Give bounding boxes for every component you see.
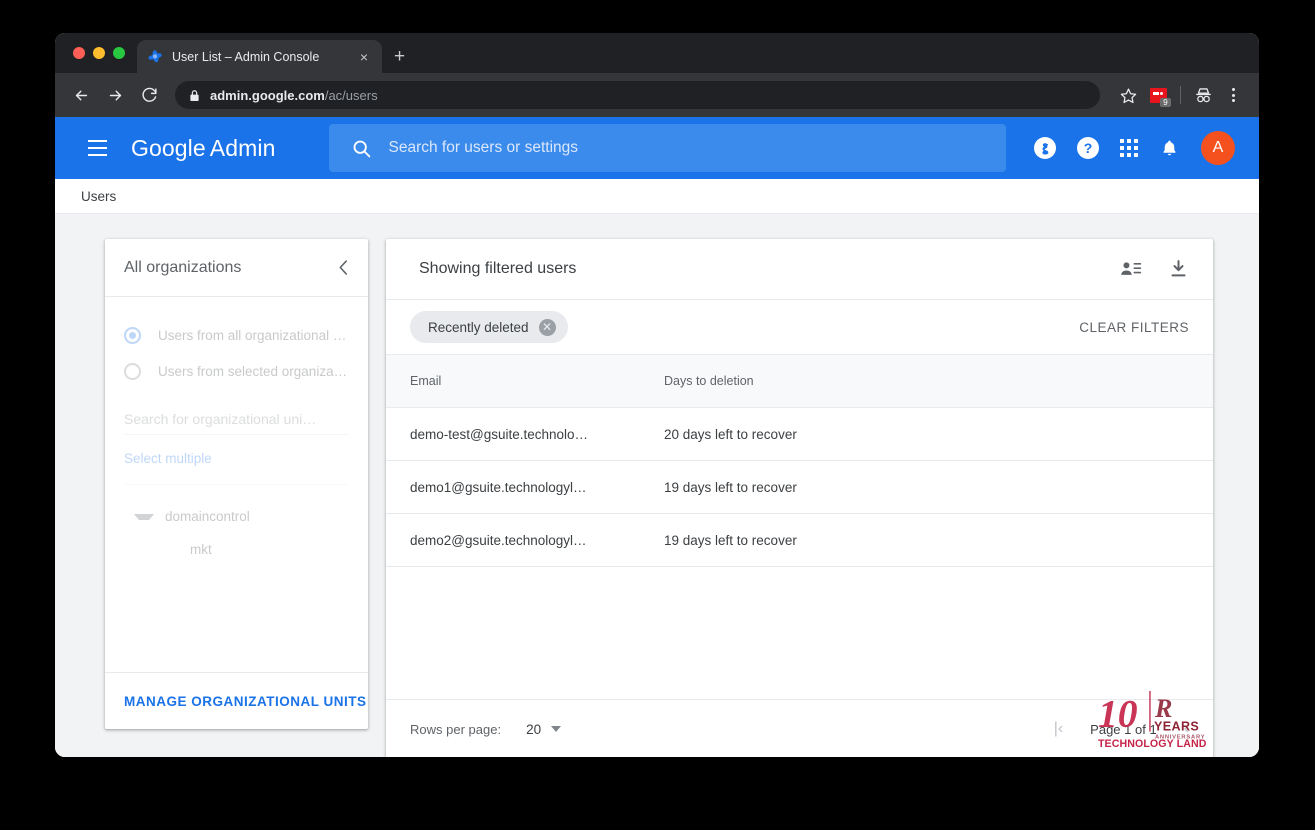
pagination-bar: Rows per page: 20 |‹ Page 1 of 1 ‹ <box>386 699 1213 757</box>
organizations-footer: MANAGE ORGANIZATIONAL UNITS <box>105 672 368 729</box>
page-content: Google Admin Search for users or settings… <box>55 117 1259 757</box>
chevron-left-icon[interactable] <box>338 259 349 276</box>
rows-per-page-select[interactable]: 20 <box>526 721 562 737</box>
users-panel-title: Showing filtered users <box>419 260 577 277</box>
minimize-window-button[interactable] <box>93 47 105 59</box>
users-panel-actions <box>1120 259 1189 280</box>
org-tree-root[interactable]: domaincontrol <box>124 500 349 533</box>
manage-organizational-units-button[interactable]: MANAGE ORGANIZATIONAL UNITS <box>124 694 367 709</box>
user-list-icon[interactable] <box>1120 259 1142 279</box>
lock-icon <box>189 89 200 102</box>
chevron-down-icon[interactable] <box>134 513 154 520</box>
org-tree-root-label: domaincontrol <box>165 509 250 524</box>
cell-email: demo-test@gsuite.technolo… <box>386 407 640 461</box>
org-unit-search-input[interactable]: Search for organizational uni… <box>124 411 349 435</box>
url-text: admin.google.com/ac/users <box>210 88 378 103</box>
toolbar-divider <box>1180 86 1181 104</box>
users-panel: Showing filtered users Recently deleted … <box>386 239 1213 757</box>
radio-all-org-units[interactable]: Users from all organizational uni… <box>124 317 349 353</box>
url-path: /ac/users <box>324 87 378 103</box>
page-indicator: Page 1 of 1 <box>1090 721 1157 737</box>
avatar[interactable]: A <box>1201 131 1235 165</box>
breadcrumb-users[interactable]: Users <box>81 189 116 204</box>
radio-all-org-units-label: Users from all organizational uni… <box>158 327 349 343</box>
table-row[interactable]: demo-test@gsuite.technolo… 20 days left … <box>386 407 1213 461</box>
cell-days: 19 days left to recover <box>640 460 1213 514</box>
users-table-head: Email Days to deletion <box>386 355 1213 408</box>
organizations-body: Users from all organizational uni… Users… <box>105 297 368 672</box>
window-controls <box>55 33 137 73</box>
cell-email: demo1@gsuite.technologyl… <box>386 460 640 514</box>
incognito-icon[interactable] <box>1189 81 1217 109</box>
extension-badge: 9 <box>1160 98 1171 107</box>
extension-icon[interactable]: 9 <box>1144 81 1172 109</box>
close-window-button[interactable] <box>73 47 85 59</box>
admin-header: Google Admin Search for users or settings… <box>55 117 1259 179</box>
pagination-controls: |‹ Page 1 of 1 ‹ <box>1054 721 1189 737</box>
tab-strip: User List – Admin Console × + <box>55 33 1259 73</box>
users-table-body: demo-test@gsuite.technolo… 20 days left … <box>386 407 1213 567</box>
help-icon[interactable]: ? <box>1077 137 1099 159</box>
radio-all-org-units-control[interactable] <box>124 326 141 344</box>
users-panel-header: Showing filtered users <box>386 239 1213 300</box>
bookmark-star-icon[interactable] <box>1114 81 1142 109</box>
rows-per-page-label: Rows per page: <box>410 721 502 737</box>
filter-bar: Recently deleted ✕ CLEAR FILTERS <box>386 300 1213 355</box>
breadcrumb: Users <box>55 179 1259 214</box>
select-multiple-link[interactable]: Select multiple <box>124 451 349 485</box>
filter-chip-label: Recently deleted <box>428 319 529 335</box>
bell-icon[interactable] <box>1159 138 1180 159</box>
remove-filter-icon[interactable]: ✕ <box>538 318 556 336</box>
table-row[interactable]: demo2@gsuite.technologyl… 19 days left t… <box>386 513 1213 567</box>
apps-grid-icon[interactable] <box>1120 139 1138 157</box>
column-header-email[interactable]: Email <box>386 355 640 408</box>
toolbar-actions: 9 <box>1114 81 1247 109</box>
maximize-window-button[interactable] <box>113 47 125 59</box>
content-area: All organizations Users from all organiz… <box>55 214 1259 757</box>
cell-days: 19 days left to recover <box>640 513 1213 567</box>
radio-selected-org-units-control[interactable] <box>124 362 141 380</box>
chevron-down-icon <box>551 725 562 732</box>
cell-days: 20 days left to recover <box>640 407 1213 461</box>
search-placeholder: Search for users or settings <box>388 139 579 156</box>
url-scheme-host: admin.google.com <box>210 87 325 103</box>
search-icon <box>351 138 372 159</box>
forward-button[interactable] <box>101 81 129 109</box>
cell-email: demo2@gsuite.technologyl… <box>386 513 640 567</box>
admin-header-actions: ? A <box>1006 131 1235 165</box>
brand-google: Google <box>131 134 206 161</box>
clear-filters-button[interactable]: CLEAR FILTERS <box>1079 320 1189 335</box>
back-button[interactable] <box>67 81 95 109</box>
rows-per-page-value: 20 <box>526 721 542 737</box>
browser-window: User List – Admin Console × + admin.goog… <box>55 33 1259 757</box>
filter-chip-recently-deleted[interactable]: Recently deleted ✕ <box>410 311 568 343</box>
first-page-button[interactable]: |‹ <box>1054 721 1063 737</box>
brand-logo[interactable]: Google Admin <box>131 135 275 162</box>
browser-tab[interactable]: User List – Admin Console × <box>137 40 382 73</box>
reload-button[interactable] <box>135 81 163 109</box>
close-tab-button[interactable]: × <box>356 50 372 64</box>
tab-title: User List – Admin Console <box>172 49 320 64</box>
brand-admin: Admin <box>209 134 276 161</box>
column-header-days-to-deletion[interactable]: Days to deletion <box>640 355 1213 408</box>
org-tree-child-label[interactable]: mkt <box>190 542 349 557</box>
organizations-header: All organizations <box>105 239 368 297</box>
address-bar[interactable]: admin.google.com/ac/users <box>175 81 1100 109</box>
radio-selected-org-units-label: Users from selected organizatio… <box>158 363 349 379</box>
hamburger-icon[interactable] <box>77 128 117 168</box>
g-support-icon[interactable] <box>1034 137 1056 159</box>
users-table: Email Days to deletion demo-test@gsuite.… <box>386 355 1213 567</box>
table-row[interactable]: demo1@gsuite.technologyl… 19 days left t… <box>386 460 1213 514</box>
organizations-panel: All organizations Users from all organiz… <box>105 239 368 729</box>
download-icon[interactable] <box>1168 259 1189 280</box>
search-input[interactable]: Search for users or settings <box>329 124 1006 172</box>
new-tab-button[interactable]: + <box>394 47 405 66</box>
table-header-row: Email Days to deletion <box>386 355 1213 408</box>
admin-console-favicon <box>147 49 163 65</box>
browser-menu-icon[interactable] <box>1219 81 1247 109</box>
organizations-title: All organizations <box>124 258 242 276</box>
previous-page-button[interactable]: ‹ <box>1184 721 1189 737</box>
browser-toolbar: admin.google.com/ac/users 9 <box>55 73 1259 117</box>
radio-selected-org-units[interactable]: Users from selected organizatio… <box>124 353 349 389</box>
